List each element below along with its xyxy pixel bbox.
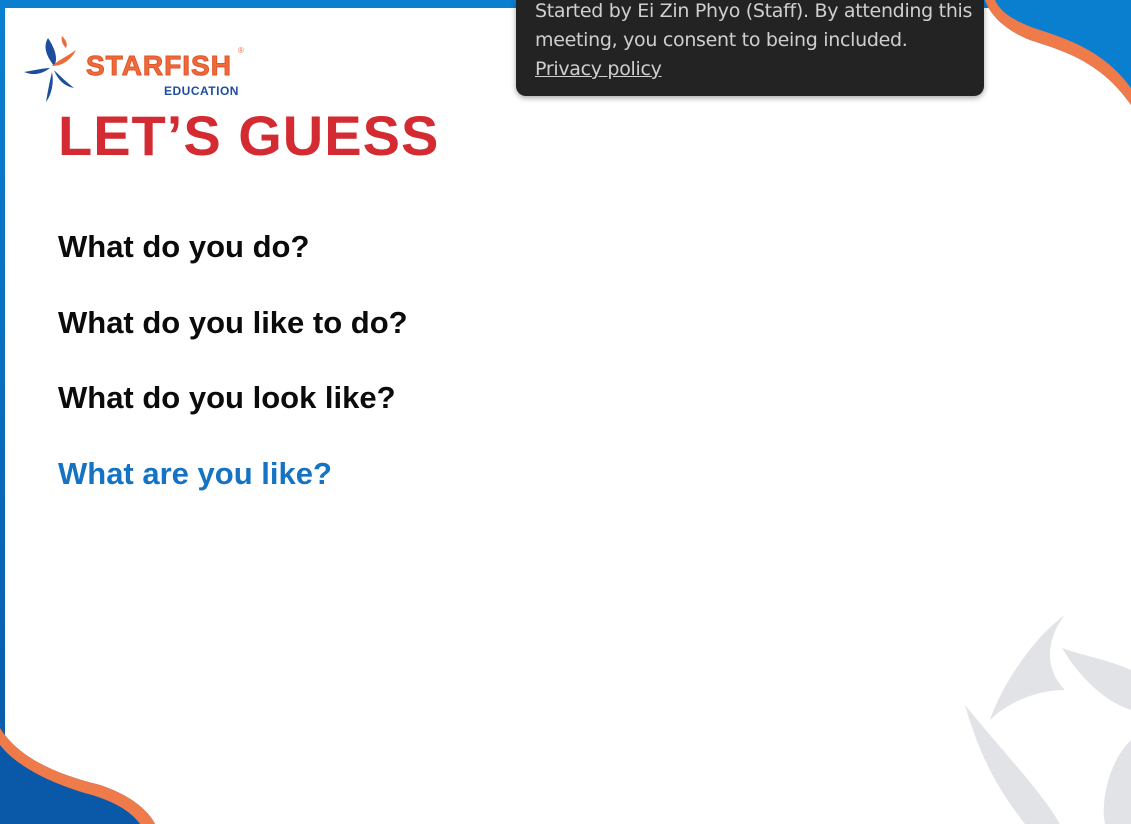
logo-registered-mark: ® <box>238 46 244 55</box>
meeting-notice-text: Started by Ei Zin Phyo (Staff). By atten… <box>535 0 973 51</box>
question-4-highlighted: What are you like? <box>58 456 332 491</box>
logo-wordmark: STARFISH <box>86 50 232 81</box>
slide-canvas: STARFISH ® EDUCATION LET’S GUESS What do… <box>0 0 1131 824</box>
slide-title: LET’S GUESS <box>58 104 440 167</box>
question-2: What do you like to do? <box>58 305 408 340</box>
meeting-notice-toast: Started by Ei Zin Phyo (Staff). By atten… <box>516 0 984 96</box>
logo-subtitle: EDUCATION <box>164 84 239 98</box>
question-1: What do you do? <box>58 229 310 264</box>
question-3: What do you look like? <box>58 380 396 415</box>
privacy-policy-link[interactable]: Privacy policy <box>535 55 662 84</box>
